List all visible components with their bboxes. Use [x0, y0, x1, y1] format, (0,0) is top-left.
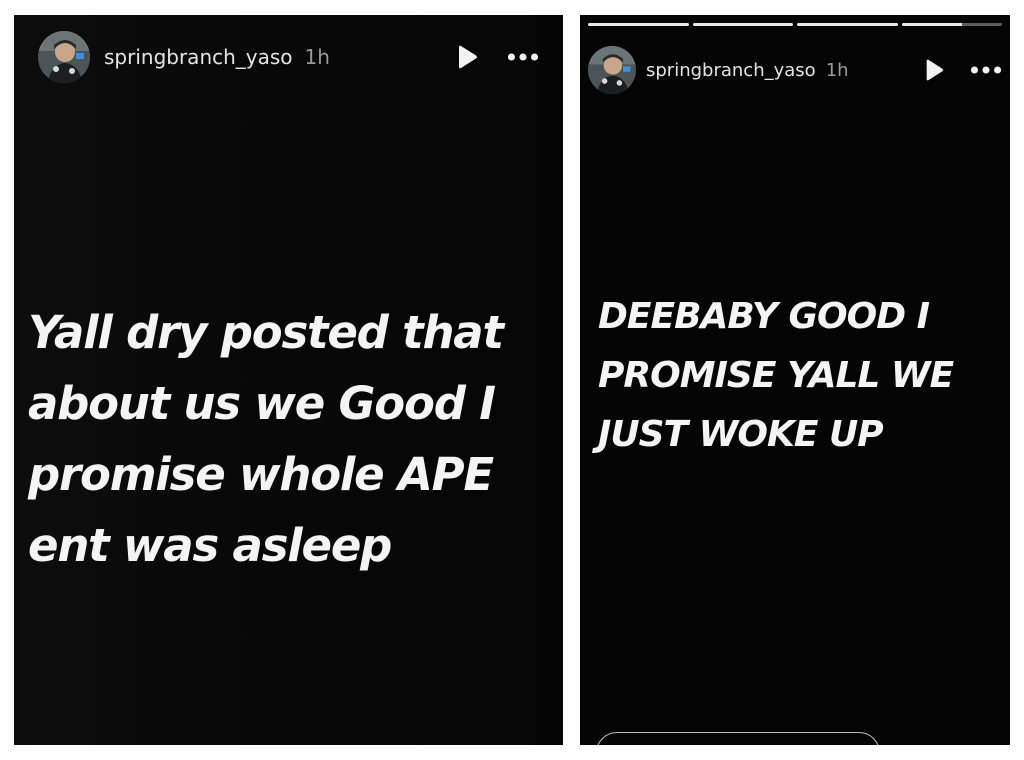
- story-progress-bar: [588, 23, 1002, 26]
- story-panel-left[interactable]: springbranch_yaso 1h Yall dry posted tha…: [14, 15, 563, 745]
- profile-avatar[interactable]: [38, 31, 90, 83]
- post-time: 1h: [825, 59, 849, 81]
- username[interactable]: springbranch_yaso: [646, 60, 816, 81]
- avatar-image: [588, 46, 636, 94]
- more-options-icon[interactable]: [507, 41, 539, 73]
- more-options-icon[interactable]: [970, 54, 1002, 86]
- story-text: Yall dry posted that about us we Good I …: [28, 306, 504, 572]
- play-icon[interactable]: [451, 41, 483, 73]
- progress-fill: [588, 23, 689, 26]
- avatar-image: [38, 31, 90, 83]
- profile-avatar[interactable]: [588, 46, 636, 94]
- progress-segment: [901, 23, 1002, 26]
- play-icon[interactable]: [918, 54, 950, 86]
- progress-segment: [797, 23, 898, 26]
- username[interactable]: springbranch_yaso: [104, 45, 293, 69]
- story-header: springbranch_yaso 1h: [38, 29, 539, 85]
- progress-segment: [588, 23, 689, 26]
- story-panel-right[interactable]: springbranch_yaso 1h DEEBABY GOOD I PROM…: [580, 15, 1010, 745]
- story-header: springbranch_yaso 1h: [588, 43, 1002, 97]
- story-text: DEEBABY GOOD I PROMISE YALL WE JUST WOKE…: [598, 296, 954, 455]
- progress-segment: [692, 23, 793, 26]
- reply-input[interactable]: [596, 732, 880, 745]
- post-time: 1h: [304, 45, 330, 69]
- progress-fill: [692, 23, 793, 26]
- progress-fill: [797, 23, 898, 26]
- progress-fill: [901, 23, 962, 26]
